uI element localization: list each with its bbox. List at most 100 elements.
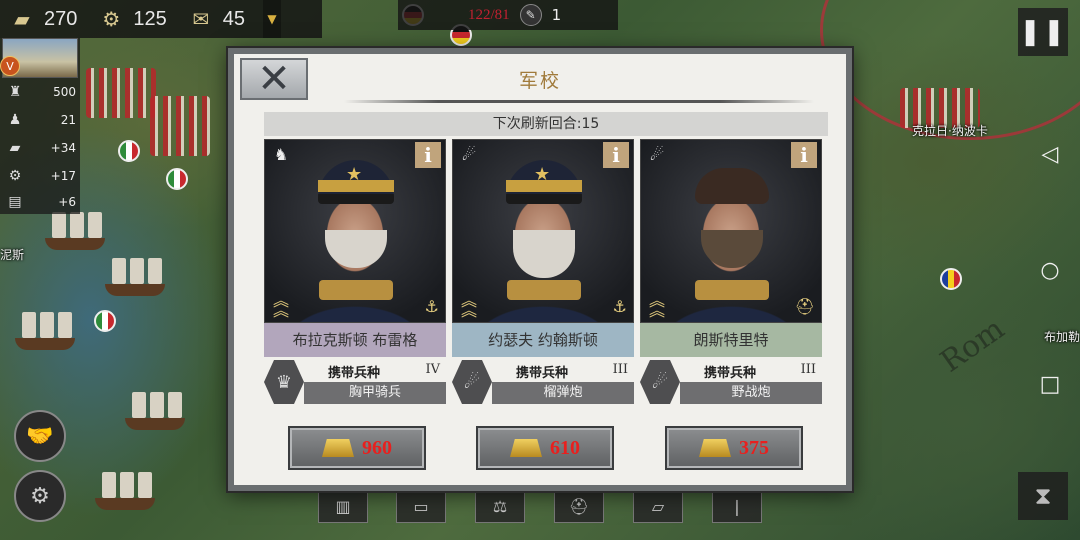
price: 375 (739, 436, 769, 459)
general-card[interactable]: ★ ☄ i ︽ ︽ ⚓ 约瑟夫 约翰斯顿 ☄ 携带兵种 III 榴弹炮 (452, 136, 638, 406)
general-name: 朗斯特里特 (640, 323, 822, 357)
buy-general-button[interactable]: 375 (665, 426, 803, 470)
carry-label: 携带兵种 (703, 366, 756, 381)
collar (319, 280, 393, 300)
toolbar-city-button[interactable]: ▥ (318, 489, 368, 523)
bar-icon: ❘ (730, 496, 744, 516)
price: 610 (550, 436, 580, 459)
turn-counter: 122/81 (468, 6, 510, 23)
city-stat-gold: ▰ +34 (6, 138, 76, 158)
book-icon: ▤ (8, 194, 22, 210)
city-panel[interactable]: V ♜ 500 ♟ 21 ▰ +34 ⚙ +17 ▤ +6 (0, 38, 80, 214)
artillery-icon: ☄ (649, 144, 665, 164)
gold-icon (322, 439, 354, 457)
turn-bar: 122/81 ✎ 1 (398, 0, 618, 30)
medal-value: 45 (222, 7, 245, 30)
recents-nav-button[interactable]: □ (1036, 370, 1064, 398)
ship-unit[interactable] (120, 380, 190, 430)
city-stat-industry: ⚙ +17 (6, 166, 76, 186)
unit-row: ♛ 携带兵种 IV 胸甲骑兵 (264, 358, 446, 406)
officer-cap: ★ (318, 160, 394, 204)
expand-resources-button[interactable]: ▼ (263, 0, 281, 38)
carry-label: 携带兵种 (327, 366, 380, 381)
unit-name: 野战炮 (680, 382, 822, 404)
toolbar-map-button[interactable]: ▱ (633, 489, 683, 523)
general-name: 布拉克斯顿 布雷格 (264, 323, 446, 357)
end-turn-button[interactable]: ⧗ (1018, 472, 1068, 520)
unit-tier: III (612, 362, 628, 377)
officer-cap: ★ (506, 160, 582, 204)
gold-icon: ▰ (9, 140, 21, 156)
home-nav-button[interactable]: ○ (1036, 256, 1064, 284)
gold-icon (699, 439, 731, 457)
chevron-down-icon: ▼ (267, 12, 277, 26)
handshake-icon: 🤝 (26, 423, 54, 449)
artillery-icon: ☄ (461, 144, 477, 164)
back-nav-button[interactable]: ◁ (1036, 140, 1064, 168)
info-icon[interactable]: i (415, 142, 441, 168)
toolbar-army-button[interactable]: ⛑ (554, 489, 604, 523)
toolbar-law-button[interactable]: ⚖ (475, 489, 525, 523)
ship-unit[interactable] (90, 460, 160, 510)
rank-chevron-icon: ︽ ︽ (461, 291, 478, 320)
buy-general-button[interactable]: 610 (476, 426, 614, 470)
triangle-back-icon: ◁ (1041, 141, 1059, 167)
trait-icon: ⚓ (612, 297, 627, 316)
helmet-icon: ⛑ (568, 496, 590, 516)
diplomacy-button[interactable]: 🤝 (14, 410, 66, 462)
hourglass-icon: ⧗ (1034, 482, 1052, 510)
general-portrait[interactable]: ☄ i ︽ ︽ ⛑ (640, 139, 822, 323)
gear-icon: ⚙ (102, 7, 121, 31)
city-stat-defense: ♜ 500 (6, 82, 76, 102)
info-icon[interactable]: i (791, 142, 817, 168)
helmet-trait-icon: ⛑ (794, 297, 815, 316)
tech-button[interactable]: ⚙ (14, 470, 66, 522)
dialog-title: 军校 (518, 70, 561, 92)
city-label[interactable]: 布加勒 (1044, 328, 1080, 345)
gold-resource: ▰ 270 (6, 6, 77, 32)
castle-icon: ♜ (8, 84, 22, 100)
collar (695, 280, 769, 300)
toolbar-more-button[interactable]: ❘ (712, 489, 762, 523)
unit-name: 胸甲骑兵 (304, 382, 446, 404)
circle-home-icon: ○ (1040, 257, 1060, 283)
infantry-unit[interactable] (150, 96, 210, 156)
scales-icon: ⚖ (492, 496, 508, 516)
city-label[interactable]: 泥斯 (0, 246, 24, 263)
map-icon: ▱ (651, 496, 665, 516)
general-portrait[interactable]: ★ ☄ i ︽ ︽ ⚓ (452, 139, 634, 323)
city-label[interactable]: 克拉日·纳波卡 (912, 122, 988, 139)
pause-button[interactable]: ❚❚ (1018, 8, 1068, 56)
beard (513, 230, 575, 278)
document-icon: ▭ (413, 496, 429, 516)
buy-general-button[interactable]: 960 (288, 426, 426, 470)
cuirassier-icon: ♛ (264, 360, 304, 404)
industry-resource: ⚙ 125 (95, 6, 166, 32)
city-stat-science: ▤ +6 (6, 192, 76, 212)
city-level-badge: V (0, 56, 20, 76)
howitzer-icon: ☄ (452, 360, 492, 404)
unit-row: ☄ 携带兵种 III 野战炮 (640, 358, 822, 406)
ship-unit[interactable] (100, 246, 170, 296)
resource-bar: ▰ 270 ⚙ 125 ✉ 45 ▼ (0, 0, 322, 38)
unit-name: 榴弹炮 (492, 382, 634, 404)
population-icon: ♟ (8, 112, 22, 128)
beard (701, 230, 763, 268)
general-portrait[interactable]: ★ ♞ i ︽ ︽ ⚓ (264, 139, 446, 323)
infantry-unit[interactable] (86, 68, 156, 118)
collar (507, 280, 581, 300)
italy-flag-icon (166, 168, 188, 190)
hair (695, 168, 769, 204)
toolbar-policy-button[interactable]: ▭ (396, 489, 446, 523)
action-icon: ✎ (519, 4, 542, 26)
gear-icon: ⚙ (8, 168, 22, 184)
info-icon[interactable]: i (603, 142, 629, 168)
field-gun-icon: ☄ (640, 360, 680, 404)
ship-unit[interactable] (10, 300, 80, 350)
general-card[interactable]: ★ ♞ i ︽ ︽ ⚓ 布拉克斯顿 布雷格 ♛ 携带兵种 IV 胸甲骑兵 (264, 136, 450, 406)
trait-icon: ⚓ (424, 297, 439, 316)
general-card[interactable]: ☄ i ︽ ︽ ⛑ 朗斯特里特 ☄ 携带兵种 III 野战炮 (640, 136, 826, 406)
rank-chevron-icon: ︽ ︽ (649, 291, 666, 320)
region-label: Rom (934, 311, 1011, 380)
unit-row: ☄ 携带兵种 III 榴弹炮 (452, 358, 634, 406)
